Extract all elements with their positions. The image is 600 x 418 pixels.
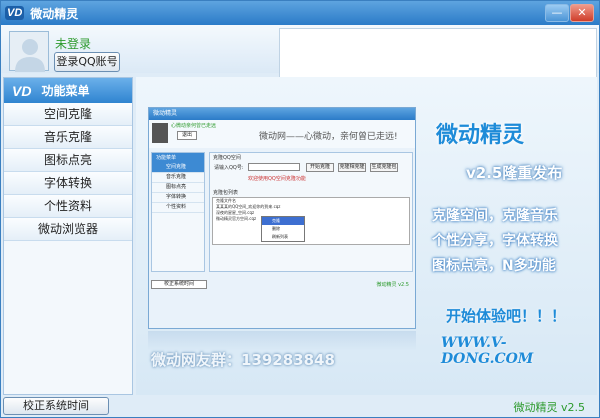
preview-context-item: 刷新列表 [272, 234, 288, 239]
preview-title: 微动精灵 [149, 108, 415, 120]
user-silhouette-icon [15, 39, 45, 72]
sidebar-item-browser[interactable]: 微动浏览器 [4, 218, 132, 241]
sidebar-header-label: 功能菜单 [41, 84, 90, 98]
preview-row: 微动精灵官方空间.cqz [216, 216, 257, 221]
sidebar-header: VD 功能菜单 [4, 78, 132, 103]
login-status: 未登录 [55, 37, 92, 51]
preview-logout: 退出 [177, 131, 197, 140]
preview-context-item: 删除 [272, 226, 280, 231]
sidebar-item-font-convert[interactable]: 字体转换 [4, 172, 132, 195]
preview-button: 克隆相克隆 [338, 163, 366, 172]
promo-brand: 微动精灵 [436, 123, 525, 148]
login-qq-button[interactable]: 登录QQ账号 [54, 52, 120, 72]
sidebar-item-icon-light[interactable]: 图标点亮 [4, 149, 132, 172]
promo-feature: 个性分享，字体转换 [432, 233, 558, 249]
preview-button: 生成克隆包 [370, 163, 398, 172]
preview-sidebar: 功能菜单 空间克隆 音乐克隆 图标点亮 字体转换 个性资料 [151, 152, 205, 272]
preview-section: 克隆QQ空间 [213, 155, 241, 161]
preview-input [248, 163, 300, 171]
promo-panel: 微动精灵 心微动亲何曾已走远 退出 微动网——心微动，亲何曾已走远! 功能菜单 … [136, 77, 597, 395]
user-header: 未登录 登录QQ账号 [1, 25, 599, 82]
preview-header: 心微动亲何曾已走远 退出 微动网——心微动，亲何曾已走远! [149, 120, 415, 148]
sidebar-item-profile[interactable]: 个性资料 [4, 195, 132, 218]
sidebar: VD 功能菜单 空间克隆 音乐克隆 图标点亮 字体转换 个性资料 微动浏览器 [3, 77, 133, 395]
preview-input-label: 请输入QQ号: [214, 165, 244, 171]
main-window: VD 微动精灵 — ✕ 未登录 登录QQ账号 VD 功能菜单 空间克隆 音乐克隆… [0, 0, 600, 418]
sync-time-button[interactable]: 校正系统时间 [3, 397, 109, 415]
preview-time-button: 校正系统时间 [151, 280, 207, 289]
sidebar-item-music-clone[interactable]: 音乐克隆 [4, 126, 132, 149]
preview-menu-item: 图标点亮 [152, 183, 204, 193]
preview-context-menu: 克隆 删除 刷新列表 [261, 216, 305, 242]
preview-menu-item: 个性资料 [152, 203, 204, 213]
preview-list: 克隆文件名 某某某的QQ空间_欢迎你的到来.cqz 深夜的星星_空间.cqz 微… [212, 197, 410, 245]
preview-menu-header: 功能菜单 [152, 153, 204, 163]
app-logo-icon: VD [5, 6, 25, 20]
promo-feature: 克隆空间，克隆音乐 [432, 208, 558, 224]
preview-slogan: 微动网——心微动，亲何曾已走远! [259, 132, 398, 142]
version-label: 微动精灵 v2.5 [513, 401, 586, 414]
preview-context-item: 克隆 [262, 217, 304, 225]
header-info-panel [279, 28, 597, 82]
title-bar[interactable]: VD 微动精灵 — ✕ [1, 1, 599, 25]
promo-cta: 开始体验吧！！！ [446, 307, 567, 325]
preview-button: 开始克隆 [306, 163, 334, 172]
preview-hint: 欢迎使用QQ空间克隆功能 [248, 176, 306, 182]
sidebar-item-space-clone[interactable]: 空间克隆 [4, 103, 132, 126]
preview-footer: 校正系统时间 微动精灵 v2.5 [151, 278, 413, 292]
promo-feature: 图标点亮，N多功能 [432, 258, 556, 274]
promo-qq-group: 微动网友群：139283848 [151, 351, 335, 369]
minimize-button[interactable]: — [545, 4, 569, 22]
preview-main: 克隆QQ空间 请输入QQ号: 开始克隆 克隆相克隆 生成克隆包 欢迎使用QQ空间… [209, 152, 413, 272]
preview-menu-item: 音乐克隆 [152, 173, 204, 183]
status-bar: 校正系统时间 微动精灵 v2.5 [1, 395, 599, 417]
preview-avatar [152, 123, 168, 143]
preview-menu-item: 字体转换 [152, 193, 204, 203]
avatar[interactable] [9, 31, 49, 72]
promo-release: v2.5隆重发布 [466, 164, 563, 182]
preview-version: 微动精灵 v2.5 [376, 282, 409, 288]
preview-user: 心微动亲何曾已走远 [171, 123, 217, 129]
promo-url: WWW.V-DONG.COM [441, 335, 534, 367]
preview-reflection [148, 331, 416, 351]
close-button[interactable]: ✕ [570, 4, 594, 22]
vd-logo-icon: VD [12, 82, 32, 99]
preview-screenshot: 微动精灵 心微动亲何曾已走远 退出 微动网——心微动，亲何曾已走远! 功能菜单 … [148, 107, 416, 329]
window-title: 微动精灵 [30, 6, 79, 21]
preview-menu-item: 空间克隆 [152, 163, 204, 173]
preview-list-header: 克隆包列表 [213, 190, 239, 196]
